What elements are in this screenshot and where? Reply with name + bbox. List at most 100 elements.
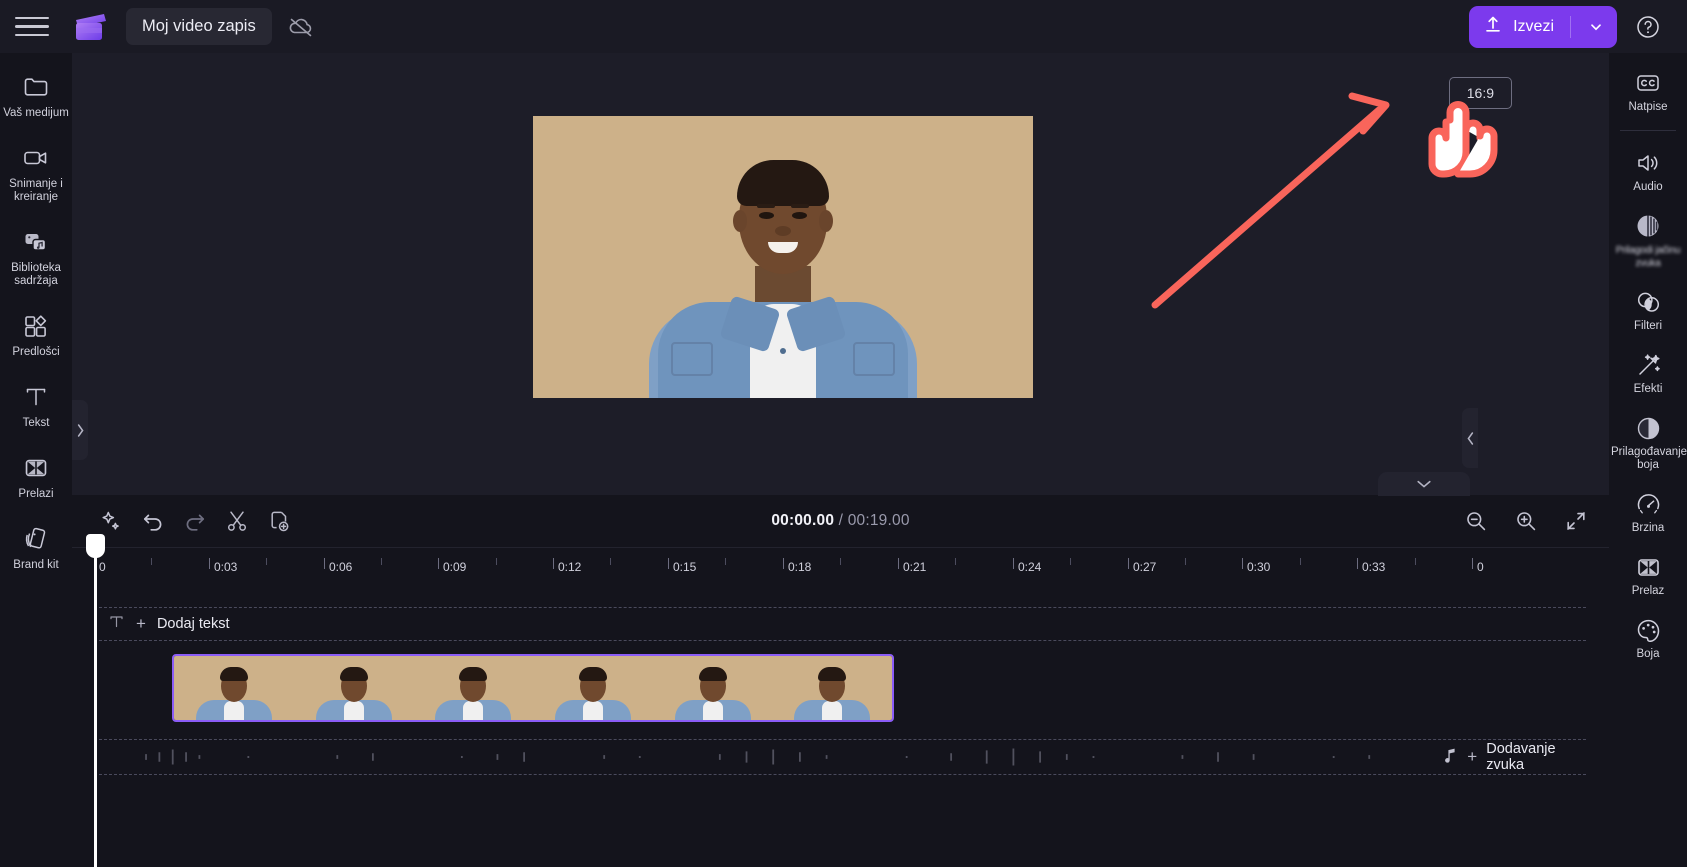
collapse-right-panel-button[interactable] bbox=[1462, 408, 1478, 468]
filters-icon bbox=[1635, 288, 1662, 316]
chevron-down-icon[interactable] bbox=[1581, 20, 1611, 34]
preview-ear-right bbox=[819, 210, 833, 232]
export-divider bbox=[1570, 15, 1571, 38]
time-separator: / bbox=[838, 512, 844, 529]
sidebar-label: Tekst bbox=[22, 417, 50, 429]
hamburger-menu-icon[interactable] bbox=[0, 0, 64, 53]
property-item-color-adjust[interactable]: Prilagođavanje boja bbox=[1609, 406, 1687, 478]
contrast-circle-icon bbox=[1635, 414, 1662, 442]
video-camera-icon bbox=[22, 143, 50, 173]
property-item-color[interactable]: Boja bbox=[1609, 608, 1687, 667]
sidebar-label: Snimanje i kreiranje bbox=[9, 178, 63, 203]
preview-button bbox=[780, 348, 786, 354]
preview-nose bbox=[775, 226, 791, 236]
preview-pocket-left bbox=[671, 342, 713, 376]
playhead[interactable] bbox=[86, 534, 105, 867]
add-text-label: Dodaj tekst bbox=[156, 616, 230, 632]
add-audio-track[interactable]: + Dodavanje zvuka bbox=[94, 739, 1586, 775]
time-display: 00:00.00 / 00:19.00 bbox=[72, 512, 1609, 530]
brand-kit-icon bbox=[22, 524, 50, 554]
left-sidebar: Vaš medijum Snimanje i kreiranje Bibliot… bbox=[0, 53, 72, 867]
sidebar-label: Prelazi bbox=[18, 488, 54, 500]
help-icon[interactable] bbox=[1631, 10, 1665, 44]
templates-icon bbox=[22, 311, 50, 341]
property-item-speed[interactable]: Brzina bbox=[1609, 482, 1687, 541]
content-library-icon bbox=[22, 227, 50, 257]
speedometer-icon bbox=[1635, 490, 1662, 518]
property-label: Brzina bbox=[1631, 522, 1665, 534]
property-item-transition[interactable]: Prelaz bbox=[1609, 545, 1687, 604]
clipchamp-editor: Moj video zapis Izvezi Vaš medijum Snima… bbox=[0, 0, 1687, 867]
property-item-audio[interactable]: Audio bbox=[1609, 141, 1687, 200]
clip-thumbnail bbox=[533, 656, 653, 720]
magic-wand-icon bbox=[1635, 351, 1662, 379]
sidebar-label: Predlošci bbox=[12, 346, 60, 358]
clip-thumbnail bbox=[174, 656, 294, 720]
speaker-icon bbox=[1635, 149, 1661, 177]
sidebar-item-transitions[interactable]: Prelazi bbox=[0, 444, 72, 508]
clip-thumbnail bbox=[413, 656, 534, 720]
property-label: Audio bbox=[1633, 181, 1663, 193]
property-item-captions[interactable]: Natpise bbox=[1609, 61, 1687, 120]
export-button[interactable]: Izvezi bbox=[1469, 5, 1617, 48]
collapse-left-panel-button[interactable] bbox=[72, 400, 88, 460]
video-clip[interactable] bbox=[172, 654, 894, 722]
sidebar-item-your-media[interactable]: Vaš medijum bbox=[0, 63, 72, 127]
sidebar-item-content-library[interactable]: Biblioteka sadržaja bbox=[0, 218, 72, 295]
collapse-timeline-button[interactable] bbox=[1378, 472, 1470, 496]
video-track bbox=[94, 654, 1609, 722]
sidebar-label: Vaš medijum bbox=[3, 107, 69, 119]
preview-area: 16:9 bbox=[72, 53, 1609, 523]
preview-pocket-right bbox=[853, 342, 895, 376]
timeline-tracks: + Dodaj tekst + Dodavanje zvuka bbox=[72, 607, 1609, 775]
property-label: Prilagođavanje boja bbox=[1611, 446, 1687, 471]
project-title-input[interactable]: Moj video zapis bbox=[126, 8, 272, 45]
cloud-offline-icon[interactable] bbox=[284, 10, 318, 44]
property-label: Filteri bbox=[1633, 320, 1663, 332]
undo-button[interactable] bbox=[134, 502, 172, 540]
sidebar-item-brand-kit[interactable]: Brand kit bbox=[0, 515, 72, 579]
aspect-ratio-selector[interactable]: 16:9 bbox=[1448, 77, 1512, 109]
property-label: Efekti bbox=[1633, 383, 1663, 395]
timeline-toolbar: 00:00.00 / 00:19.00 bbox=[72, 495, 1609, 547]
total-time: 00:19.00 bbox=[847, 512, 910, 529]
preview-brow-left bbox=[757, 204, 775, 208]
split-button[interactable] bbox=[218, 502, 256, 540]
add-text-track[interactable]: + Dodaj tekst bbox=[94, 607, 1586, 641]
upload-icon bbox=[1483, 14, 1503, 39]
folder-icon bbox=[22, 72, 50, 102]
right-sidebar: Natpise Audio Prilagodi jačinu zvuka Fil… bbox=[1609, 53, 1687, 867]
duplicate-button[interactable] bbox=[260, 502, 298, 540]
zoom-in-icon[interactable] bbox=[1511, 506, 1541, 536]
export-label: Izvezi bbox=[1513, 17, 1554, 35]
sidebar-item-templates[interactable]: Predlošci bbox=[0, 302, 72, 366]
clip-thumbnail bbox=[652, 656, 773, 720]
property-item-filters[interactable]: Filteri bbox=[1609, 280, 1687, 339]
preview-eye-right bbox=[792, 212, 807, 219]
top-bar: Moj video zapis Izvezi bbox=[0, 0, 1687, 53]
property-item-effects[interactable]: Efekti bbox=[1609, 343, 1687, 402]
timeline-panel: 00:00.00 / 00:19.00 0 0:03 0:06 0:09 0:1… bbox=[72, 495, 1609, 867]
current-time: 00:00.00 bbox=[771, 512, 835, 529]
property-label: Natpise bbox=[1628, 101, 1668, 113]
transitions-icon bbox=[22, 453, 50, 483]
clapperboard-logo-icon bbox=[64, 11, 116, 43]
text-t-icon bbox=[108, 613, 125, 635]
palette-icon bbox=[1635, 616, 1662, 644]
add-audio-label: Dodavanje zvuka bbox=[1486, 741, 1556, 773]
audio-waveform bbox=[145, 748, 1371, 766]
fade-icon bbox=[1634, 212, 1662, 240]
sidebar-label: Biblioteka sadržaja bbox=[11, 262, 61, 287]
zoom-out-icon[interactable] bbox=[1461, 506, 1491, 536]
property-label: Boja bbox=[1636, 648, 1660, 660]
video-preview[interactable] bbox=[533, 116, 1033, 398]
timeline-ruler[interactable]: 0 0:03 0:06 0:09 0:12 0:15 0:18 0:21 0:2… bbox=[72, 534, 1609, 867]
sidebar-item-record-create[interactable]: Snimanje i kreiranje bbox=[0, 134, 72, 211]
redo-button[interactable] bbox=[176, 502, 214, 540]
property-label: Prilagodi jačinu zvuka bbox=[1615, 245, 1681, 269]
sidebar-item-text[interactable]: Tekst bbox=[0, 373, 72, 437]
fit-to-screen-icon[interactable] bbox=[1561, 506, 1591, 536]
add-icon: + bbox=[136, 614, 146, 633]
property-label: Prelaz bbox=[1631, 585, 1665, 597]
property-item-fade[interactable]: Prilagodi jačinu zvuka bbox=[1609, 204, 1687, 276]
